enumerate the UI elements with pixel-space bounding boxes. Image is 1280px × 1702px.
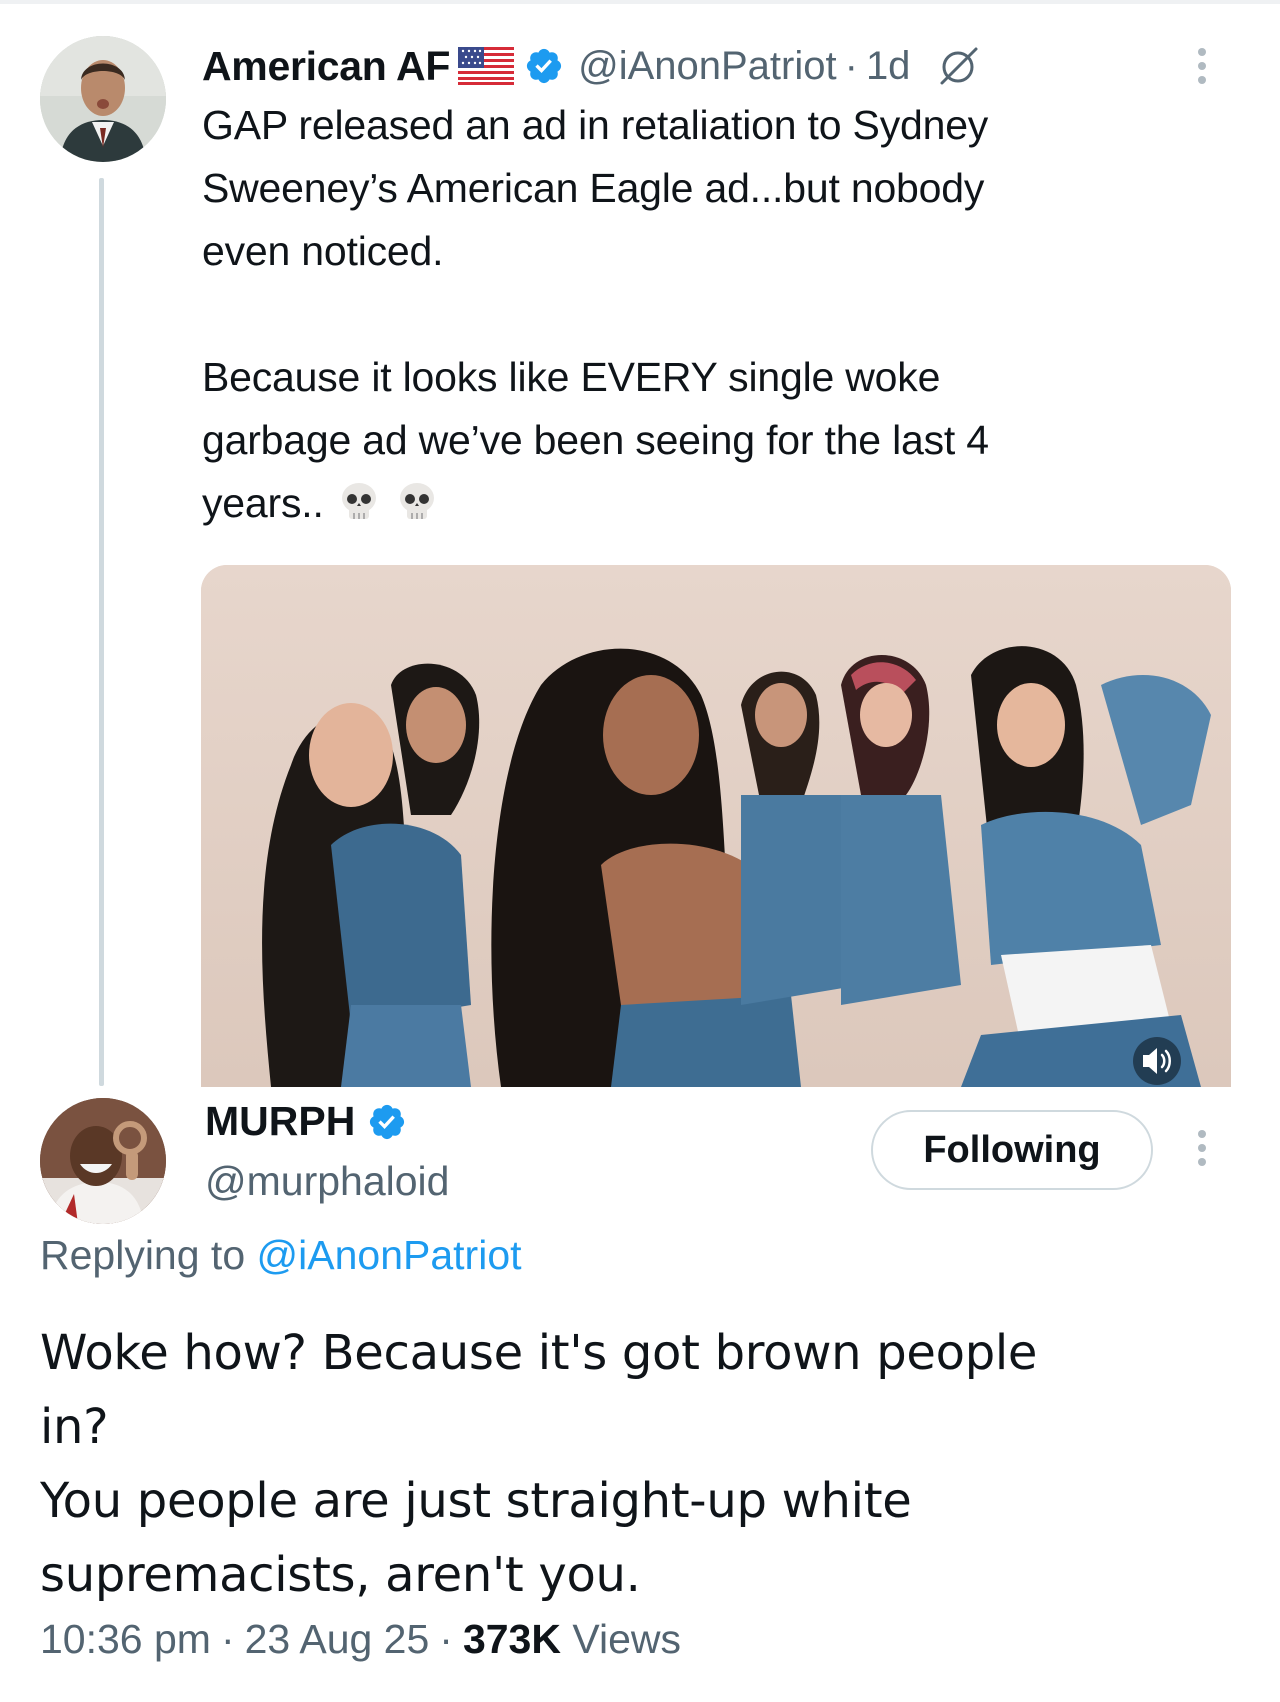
verified-badge-icon <box>524 46 564 86</box>
reply-handle[interactable]: @murphaloid <box>205 1158 449 1205</box>
tweet-text-line: garbage ad we’ve been seeing for the las… <box>202 417 989 463</box>
parent-tweet-header: American AF @iAnonPatriot · 1d <box>202 38 982 94</box>
us-flag-icon <box>458 47 515 85</box>
more-vertical-icon[interactable] <box>1190 1126 1214 1170</box>
tweet-text-line: GAP released an ad in retaliation to Syd… <box>202 102 989 148</box>
parent-handle[interactable]: @iAnonPatriot <box>578 44 837 89</box>
parent-display-name[interactable]: American AF <box>202 43 450 90</box>
reply-display-name-row: MURPH <box>205 1098 421 1145</box>
reply-display-name[interactable]: MURPH <box>205 1098 355 1145</box>
top-divider <box>0 0 1280 4</box>
grok-icon[interactable] <box>936 43 982 89</box>
views-count[interactable]: 373K <box>463 1616 561 1662</box>
following-button[interactable]: Following <box>871 1110 1153 1190</box>
replying-to-mention-link[interactable]: @iAnonPatriot <box>257 1232 522 1278</box>
skull-emoji-icon <box>336 479 382 525</box>
separator-dot: · <box>439 1616 453 1662</box>
tweet-text-line: supremacists, aren't you. <box>40 1547 641 1603</box>
volume-icon[interactable] <box>1127 1037 1187 1085</box>
tweet-meta: 10:36 pm · 23 Aug 25 · 373K Views <box>40 1616 681 1663</box>
replying-to-line: Replying to @iAnonPatriot <box>40 1232 522 1279</box>
tweet-text-line: You people are just straight-up white <box>40 1473 912 1529</box>
parent-timestamp[interactable]: 1d <box>866 44 911 89</box>
tweet-text-line: Because it looks like EVERY single woke <box>202 354 941 400</box>
video-frame-illustration <box>201 565 1231 1087</box>
tweet-text-line: even noticed. <box>202 228 444 274</box>
reply-time[interactable]: 10:36 pm <box>40 1616 211 1662</box>
reply-date[interactable]: 23 Aug 25 <box>245 1616 430 1662</box>
american-af-avatar[interactable] <box>40 36 166 162</box>
thread-connector-line <box>99 178 104 1086</box>
verified-badge-icon <box>367 1102 407 1142</box>
murph-avatar[interactable] <box>40 1098 166 1224</box>
replying-prefix: Replying to <box>40 1232 246 1278</box>
tweet-text-line: Woke how? Because it's got brown people <box>40 1325 1038 1381</box>
tweet-text-segment: years.. <box>202 480 324 526</box>
tweet-text-line: Sweeney’s American Eagle ad...but nobody <box>202 165 985 211</box>
tweet-text-line: in? <box>40 1399 109 1455</box>
skull-emoji-icon <box>394 479 440 525</box>
separator-dot: · <box>844 43 858 88</box>
views-label: Views <box>572 1616 682 1662</box>
more-vertical-icon[interactable] <box>1190 44 1214 88</box>
parent-tweet-text: GAP released an ad in retaliation to Syd… <box>202 94 1202 535</box>
video-media[interactable] <box>201 565 1231 1087</box>
separator-dot: · <box>220 1616 235 1662</box>
reply-tweet-text: Woke how? Because it's got brown people … <box>40 1316 1240 1612</box>
tweet-text-line-last: years.. <box>202 472 1202 535</box>
